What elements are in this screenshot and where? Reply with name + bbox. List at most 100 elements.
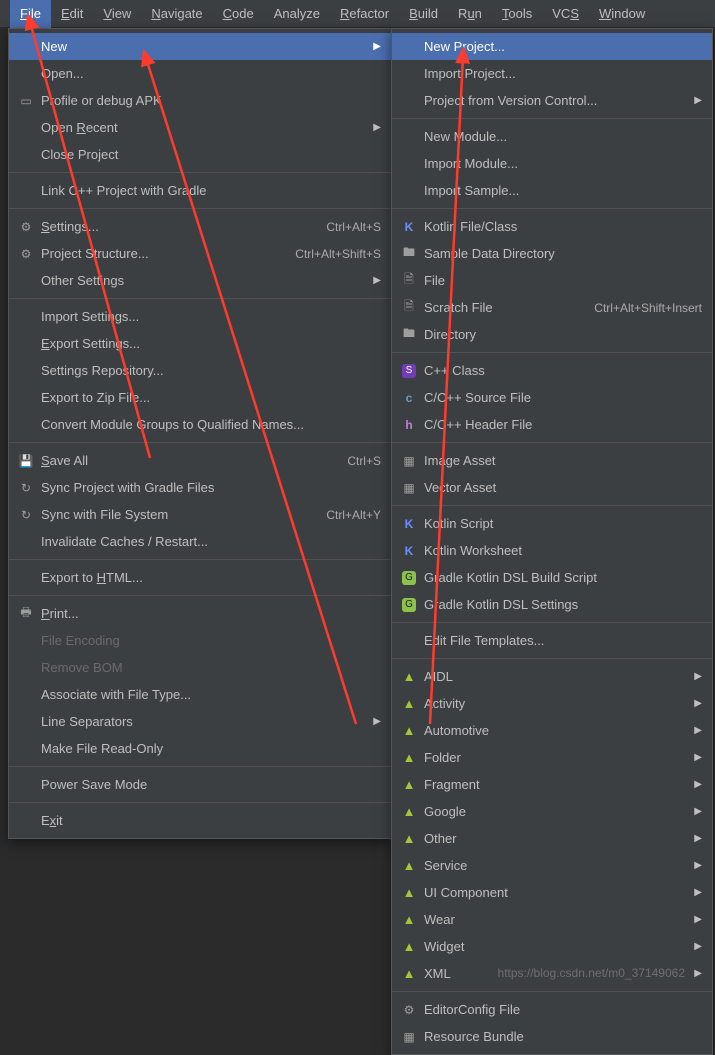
new-menu-directory[interactable]: 🖿Directory <box>392 321 712 348</box>
file-menu-export-to-html[interactable]: Export to HTML... <box>9 564 391 591</box>
separator <box>392 505 712 506</box>
file-menu-invalidate-caches-restart[interactable]: Invalidate Caches / Restart... <box>9 528 391 555</box>
menu-item-label: Edit File Templates... <box>424 633 702 648</box>
file-menu-import-settings[interactable]: Import Settings... <box>9 303 391 330</box>
new-menu-google[interactable]: ▲Google▶ <box>392 798 712 825</box>
menu-item-label: Scratch File <box>424 300 582 315</box>
file-menu-make-file-read-only[interactable]: Make File Read-Only <box>9 735 391 762</box>
gear-icon: ⚙ <box>17 245 35 263</box>
separator <box>392 118 712 119</box>
new-menu-scratch-file[interactable]: 🗎Scratch FileCtrl+Alt+Shift+Insert <box>392 294 712 321</box>
menu-item-file[interactable]: File <box>10 0 51 28</box>
menu-item-tools[interactable]: Tools <box>492 0 542 28</box>
new-menu-wear[interactable]: ▲Wear▶ <box>392 906 712 933</box>
file-menu-convert-module-groups-to-qualified-names[interactable]: Convert Module Groups to Qualified Names… <box>9 411 391 438</box>
new-menu-fragment[interactable]: ▲Fragment▶ <box>392 771 712 798</box>
separator <box>392 442 712 443</box>
file-menu-power-save-mode[interactable]: Power Save Mode <box>9 771 391 798</box>
blank-icon <box>17 272 35 290</box>
new-menu-automotive[interactable]: ▲Automotive▶ <box>392 717 712 744</box>
file-menu-project-structure[interactable]: ⚙Project Structure...Ctrl+Alt+Shift+S <box>9 240 391 267</box>
new-menu-widget[interactable]: ▲Widget▶ <box>392 933 712 960</box>
new-menu-activity[interactable]: ▲Activity▶ <box>392 690 712 717</box>
image-icon: ▦ <box>400 452 418 470</box>
menu-item-run[interactable]: Run <box>448 0 492 28</box>
menu-item-label: Import Sample... <box>424 183 702 198</box>
file-menu-settings-repository[interactable]: Settings Repository... <box>9 357 391 384</box>
new-menu-c-class[interactable]: SC++ Class <box>392 357 712 384</box>
chevron-right-icon: ▶ <box>694 95 702 106</box>
cpp-icon: S <box>400 362 418 380</box>
new-menu-new-module[interactable]: New Module... <box>392 123 712 150</box>
new-menu-new-project[interactable]: New Project... <box>392 33 712 60</box>
blank-icon <box>400 92 418 110</box>
menu-item-label: Directory <box>424 327 702 342</box>
menu-item-build[interactable]: Build <box>399 0 448 28</box>
chevron-right-icon: ▶ <box>694 752 702 763</box>
menu-item-label: C/C++ Source File <box>424 390 702 405</box>
menu-item-label: Invalidate Caches / Restart... <box>41 534 381 549</box>
menu-item-label: Project Structure... <box>41 246 283 261</box>
new-menu-gradle-kotlin-dsl-build-script[interactable]: GGradle Kotlin DSL Build Script <box>392 564 712 591</box>
file-menu-new[interactable]: New▶ <box>9 33 391 60</box>
new-menu-kotlin-script[interactable]: KKotlin Script <box>392 510 712 537</box>
blank-icon <box>17 632 35 650</box>
new-menu-folder[interactable]: ▲Folder▶ <box>392 744 712 771</box>
file-menu-open-recent[interactable]: Open Recent▶ <box>9 114 391 141</box>
file-dropdown: New▶Open...▭Profile or debug APKOpen Rec… <box>8 28 392 839</box>
file-menu-associate-with-file-type[interactable]: Associate with File Type... <box>9 681 391 708</box>
menu-item-navigate[interactable]: Navigate <box>141 0 212 28</box>
new-menu-sample-data-directory[interactable]: 🖿Sample Data Directory <box>392 240 712 267</box>
new-menu-file[interactable]: 🗎File <box>392 267 712 294</box>
new-menu-service[interactable]: ▲Service▶ <box>392 852 712 879</box>
file-menu-settings[interactable]: ⚙Settings...Ctrl+Alt+S <box>9 213 391 240</box>
new-menu-editorconfig-file[interactable]: ⚙EditorConfig File <box>392 996 712 1023</box>
file-menu-save-all[interactable]: 💾Save AllCtrl+S <box>9 447 391 474</box>
file-menu-link-c-project-with-gradle[interactable]: Link C++ Project with Gradle <box>9 177 391 204</box>
file-menu-sync-project-with-gradle-files[interactable]: ↻Sync Project with Gradle Files <box>9 474 391 501</box>
file-menu-sync-with-file-system[interactable]: ↻Sync with File SystemCtrl+Alt+Y <box>9 501 391 528</box>
menu-item-view[interactable]: View <box>93 0 141 28</box>
menu-item-window[interactable]: Window <box>589 0 655 28</box>
new-menu-kotlin-file-class[interactable]: KKotlin File/Class <box>392 213 712 240</box>
new-menu-kotlin-worksheet[interactable]: KKotlin Worksheet <box>392 537 712 564</box>
new-menu-ui-component[interactable]: ▲UI Component▶ <box>392 879 712 906</box>
menu-item-label: Convert Module Groups to Qualified Names… <box>41 417 381 432</box>
pkg-icon: ▭ <box>17 92 35 110</box>
kotlin-icon: K <box>400 515 418 533</box>
separator <box>392 352 712 353</box>
menu-item-code[interactable]: Code <box>213 0 264 28</box>
new-menu-vector-asset[interactable]: ▦Vector Asset <box>392 474 712 501</box>
menu-item-vcs[interactable]: VCS <box>542 0 589 28</box>
file-menu-export-to-zip-file[interactable]: Export to Zip File... <box>9 384 391 411</box>
shortcut-label: Ctrl+Alt+Shift+Insert <box>594 301 702 315</box>
new-menu-aidl[interactable]: ▲AIDL▶ <box>392 663 712 690</box>
new-menu-import-module[interactable]: Import Module... <box>392 150 712 177</box>
blank-icon <box>17 569 35 587</box>
menu-item-label: Line Separators <box>41 714 365 729</box>
new-menu-gradle-kotlin-dsl-settings[interactable]: GGradle Kotlin DSL Settings <box>392 591 712 618</box>
new-menu-c-c-header-file[interactable]: hC/C++ Header File <box>392 411 712 438</box>
menu-item-refactor[interactable]: Refactor <box>330 0 399 28</box>
file-menu-other-settings[interactable]: Other Settings▶ <box>9 267 391 294</box>
new-menu-import-project[interactable]: Import Project... <box>392 60 712 87</box>
new-menu-other[interactable]: ▲Other▶ <box>392 825 712 852</box>
new-menu-import-sample[interactable]: Import Sample... <box>392 177 712 204</box>
menu-item-edit[interactable]: Edit <box>51 0 93 28</box>
file-menu-exit[interactable]: Exit <box>9 807 391 834</box>
new-menu-project-from-version-control[interactable]: Project from Version Control...▶ <box>392 87 712 114</box>
file-menu-export-settings[interactable]: Export Settings... <box>9 330 391 357</box>
menu-item-label: Save All <box>41 453 335 468</box>
menu-item-analyze[interactable]: Analyze <box>264 0 330 28</box>
menu-item-label: Make File Read-Only <box>41 741 381 756</box>
new-menu-image-asset[interactable]: ▦Image Asset <box>392 447 712 474</box>
new-menu-resource-bundle[interactable]: ▦Resource Bundle <box>392 1023 712 1050</box>
new-menu-edit-file-templates[interactable]: Edit File Templates... <box>392 627 712 654</box>
new-menu-c-c-source-file[interactable]: cC/C++ Source File <box>392 384 712 411</box>
chevron-right-icon: ▶ <box>373 122 381 133</box>
file-menu-line-separators[interactable]: Line Separators▶ <box>9 708 391 735</box>
file-menu-close-project[interactable]: Close Project <box>9 141 391 168</box>
file-menu-print[interactable]: 🖶Print... <box>9 600 391 627</box>
file-menu-profile-or-debug-apk[interactable]: ▭Profile or debug APK <box>9 87 391 114</box>
file-menu-open[interactable]: Open... <box>9 60 391 87</box>
